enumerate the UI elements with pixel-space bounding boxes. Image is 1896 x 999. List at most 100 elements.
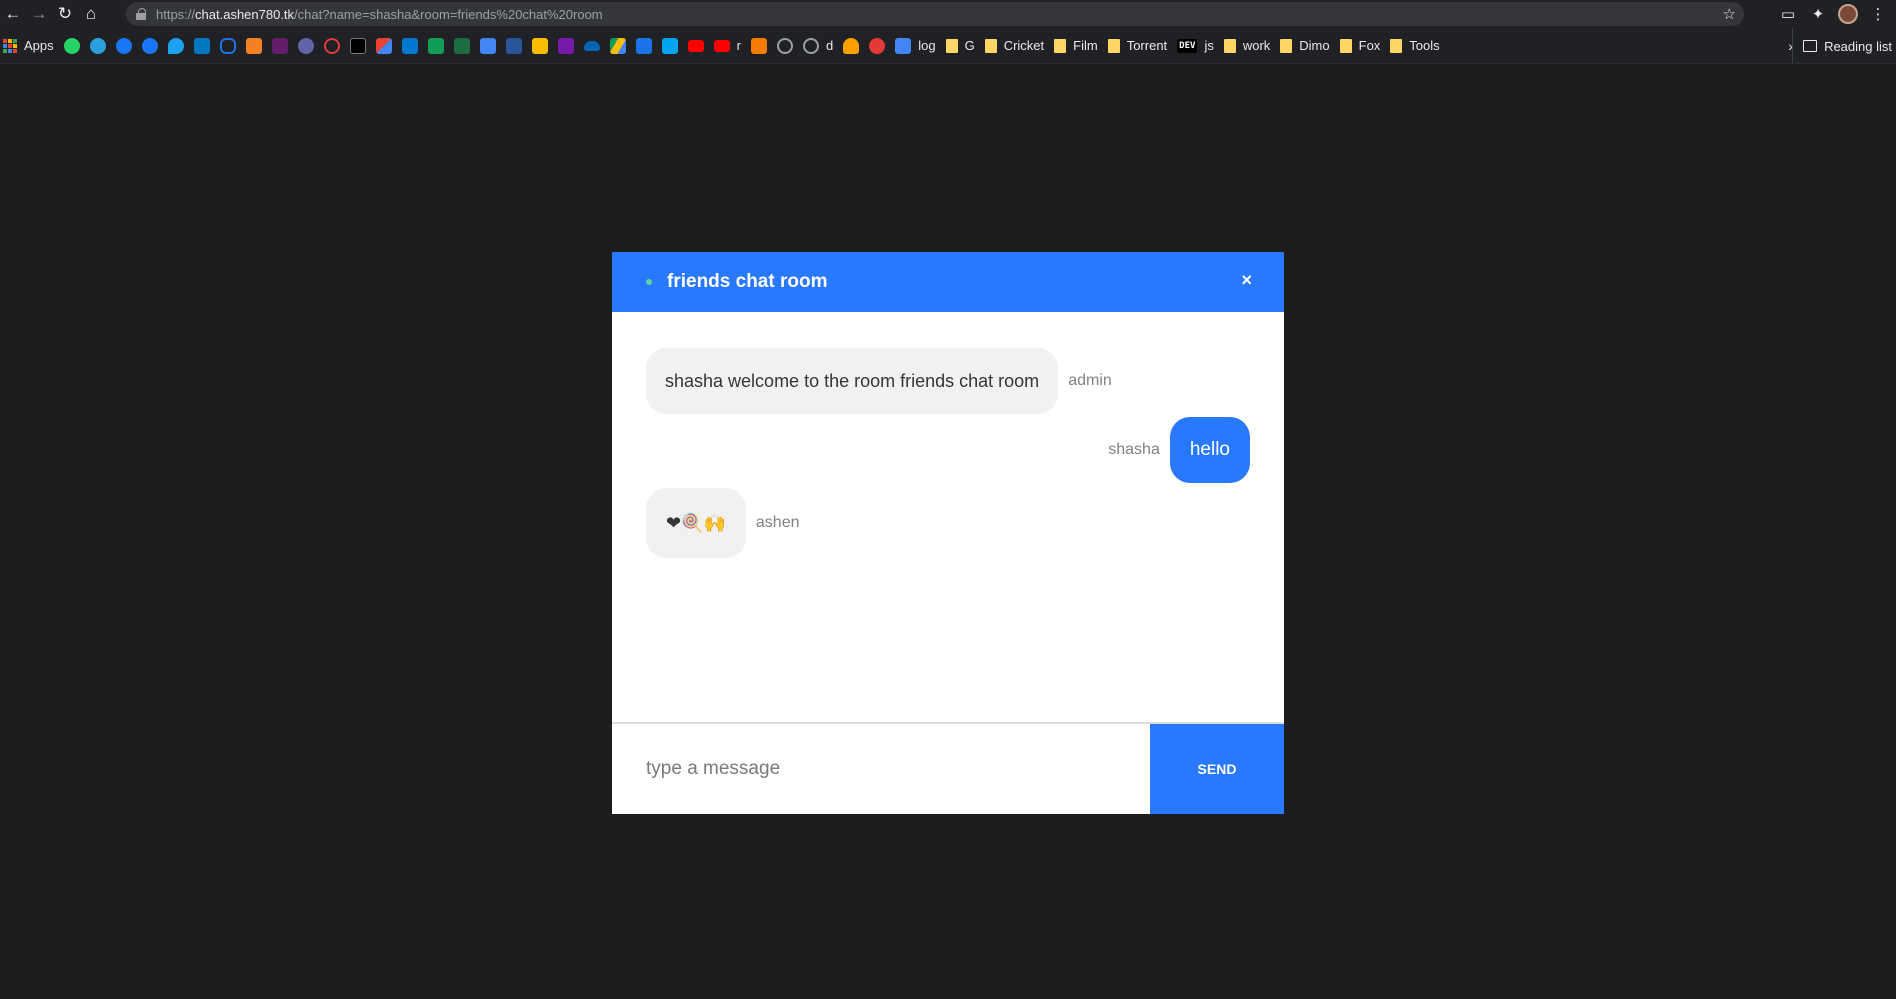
bookmark-apps[interactable]: Apps [3,34,54,58]
bookmark-telegram[interactable] [89,34,106,58]
bookmark-label: work [1242,38,1271,53]
bookmark-drive[interactable] [609,34,626,58]
bookmark-outlook[interactable] [401,34,418,58]
bookmark-label: Fox [1358,38,1381,53]
message-sender: shasha [1108,441,1160,458]
apps-grid-icon [3,38,17,53]
bookmark-onenote[interactable] [557,34,574,58]
bookmark-log[interactable]: log [895,34,936,58]
stackoverflow-icon [245,37,262,54]
firebase-icon [843,37,860,54]
address-bar[interactable]: https://chat.ashen780.tk/chat?name=shash… [126,2,1744,26]
chat-window: friends chat room × shasha welcome to th… [612,252,1284,814]
url-host: chat.ashen780.tk [195,6,295,22]
bookmark-whatsapp[interactable] [63,34,80,58]
docs-icon [895,37,912,54]
bookmark-word[interactable] [505,34,522,58]
target-icon [869,37,886,54]
bookmark-label: d [825,38,834,53]
bookmark-facebook[interactable] [141,34,158,58]
bookmark-folder-g[interactable]: G [945,34,975,58]
excel-icon [453,37,470,54]
bookmark-folder-film[interactable]: Film [1054,34,1098,58]
bookmark-onedrive[interactable] [583,34,600,58]
url-scheme: https:// [156,6,196,22]
bookmark-target[interactable] [869,34,886,58]
trello-icon [193,37,210,54]
bookmark-dev-js[interactable]: DEV js [1177,34,1214,58]
bookmark-excel[interactable] [453,34,470,58]
back-arrow-icon[interactable]: ← [0,1,26,27]
bookmark-label: Film [1073,38,1098,53]
message-row: shasha welcome to the room friends chat … [646,348,1112,414]
bookmark-folder-fox[interactable]: Fox [1339,34,1381,58]
bookmark-calendar[interactable] [635,34,652,58]
bookmark-windows[interactable] [661,34,678,58]
folder-icon [1054,38,1067,53]
message-input[interactable] [612,724,1150,814]
bookmark-folder-dimo[interactable]: Dimo [1280,34,1330,58]
forward-arrow-icon[interactable]: → [26,1,52,27]
bookmark-folder-tools[interactable]: Tools [1390,34,1440,58]
bookmark-r[interactable]: r [713,34,741,58]
profile-avatar[interactable] [1838,4,1858,24]
bookmark-star-icon[interactable]: ☆ [1723,5,1736,23]
bookmark-label: js [1204,38,1214,53]
drive-icon [609,37,626,54]
onedrive-icon [583,40,600,51]
send-button[interactable]: SEND [1150,724,1284,814]
kebab-menu-icon[interactable]: ⋮ [1868,4,1888,24]
puzzle-extensions-icon[interactable]: ✦ [1808,4,1828,24]
bookmarks-bar: Apps r d log G Cricket Film Torrent DEV j… [0,28,1896,64]
twitter-icon [167,37,184,54]
message-sender: ashen [755,514,800,531]
onenote-icon [557,37,574,54]
bookmark-stackoverflow[interactable] [245,34,262,58]
bookmark-folder-work[interactable]: work [1223,34,1271,58]
bookmark-swirl[interactable] [323,34,340,58]
bookmark-docs[interactable] [479,34,496,58]
message-bubble: shasha welcome to the room friends chat … [646,348,1059,414]
folder-icon [984,38,997,53]
bookmark-firebase[interactable] [843,34,860,58]
bookmark-box[interactable] [750,34,767,58]
bookmark-label: r [736,38,741,53]
reload-icon[interactable]: ↻ [52,1,78,27]
message-bubble: ❤🍭🙌 [646,488,746,558]
bookmark-gear[interactable] [776,34,793,58]
word-icon [505,37,522,54]
bookmark-angular[interactable] [349,34,366,58]
folder-icon [1280,38,1293,53]
bookmark-messenger[interactable] [115,34,132,58]
reading-list-button[interactable]: Reading list [1792,28,1896,63]
reading-list-label: Reading list [1824,38,1892,54]
bookmark-folder-torrent[interactable]: Torrent [1107,34,1167,58]
swirl-icon [323,37,340,54]
bookmark-link[interactable] [219,34,236,58]
gmail-icon [375,37,392,54]
link-icon [219,37,236,54]
bookmark-d[interactable]: d [802,34,834,58]
folder-icon [1390,38,1403,53]
gear-icon [802,37,819,54]
folder-icon [1223,38,1236,53]
windows-icon [661,37,678,54]
bookmark-gmail[interactable] [375,34,392,58]
bookmark-youtube[interactable] [687,34,704,58]
bookmark-trello[interactable] [193,34,210,58]
bookmark-slack[interactable] [271,34,288,58]
bookmark-label: log [918,38,936,53]
bookmark-folder-cricket[interactable]: Cricket [984,34,1044,58]
room-title: friends chat room [667,271,828,292]
youtube-icon [713,39,730,52]
extension-reader-icon[interactable]: ▭ [1778,4,1798,24]
home-icon[interactable]: ⌂ [78,1,104,27]
angular-icon [349,37,366,54]
message-row: shasha hello [1108,417,1250,483]
online-status-icon [646,279,652,285]
bookmark-twitter[interactable] [167,34,184,58]
bookmark-keep[interactable] [531,34,548,58]
bookmark-sheets-plus[interactable] [427,34,444,58]
close-icon[interactable]: × [1241,270,1252,291]
bookmark-teams[interactable] [297,34,314,58]
